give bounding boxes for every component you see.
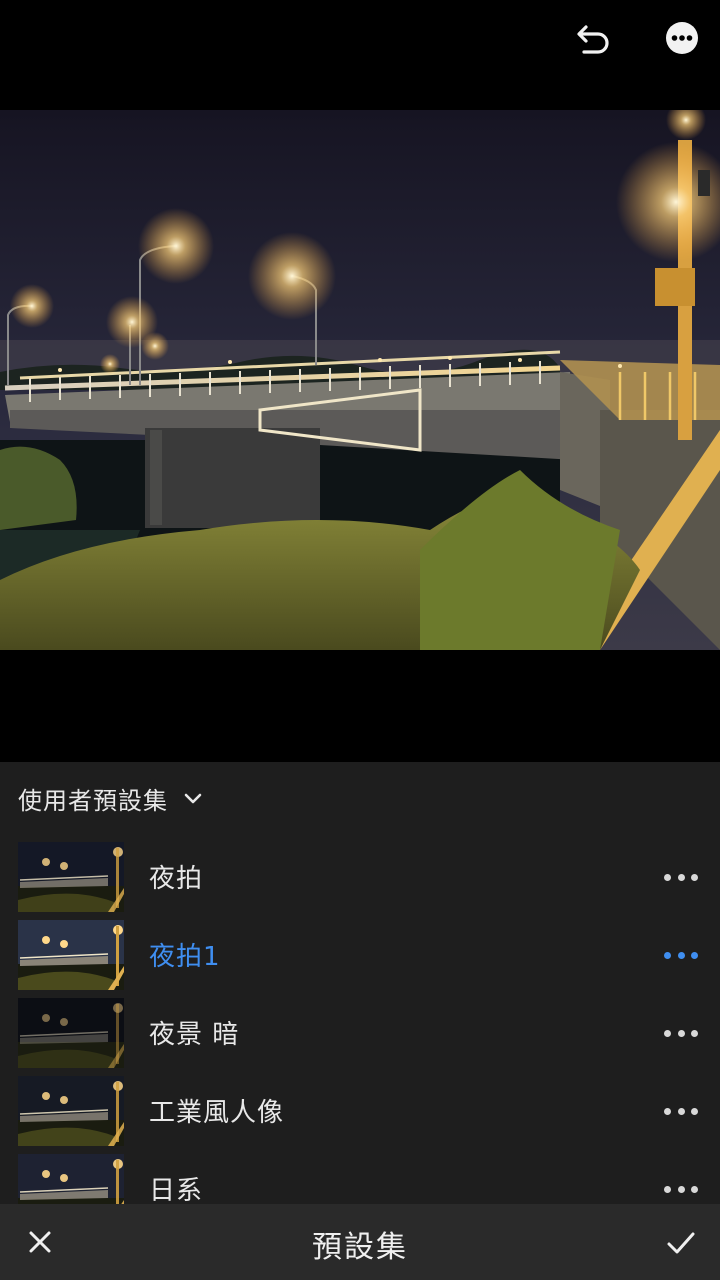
preset-group-selector[interactable]: 使用者預設集	[18, 780, 204, 816]
preset-thumbnail	[18, 920, 124, 990]
photo-preview	[0, 110, 720, 650]
preset-label: 夜景 暗	[149, 1020, 240, 1050]
preset-more-button[interactable]	[660, 940, 702, 970]
more-dot-icon	[691, 1107, 698, 1115]
more-dot-icon	[664, 873, 671, 881]
more-dot-icon	[677, 1029, 685, 1037]
more-dot-icon	[677, 951, 685, 959]
preset-thumbnail	[18, 1076, 124, 1146]
preset-label: 夜拍1	[149, 942, 221, 972]
top-toolbar	[0, 0, 720, 110]
checkmark-icon	[667, 1232, 695, 1254]
preset-label: 工業風人像	[149, 1098, 285, 1128]
night-bridge-photo	[0, 110, 720, 650]
preset-more-button[interactable]	[660, 1174, 702, 1204]
more-options-button[interactable]	[664, 20, 700, 56]
preset-item[interactable]: 日系	[0, 1152, 720, 1204]
preset-more-button[interactable]	[660, 862, 702, 892]
preset-item[interactable]: 夜拍	[0, 840, 720, 912]
photo-letterbox	[0, 650, 720, 762]
more-dot-icon	[691, 873, 698, 881]
more-dot-icon	[664, 1185, 671, 1193]
preset-label: 日系	[149, 1176, 204, 1204]
bottom-toolbar: 預設集	[0, 1204, 720, 1280]
bottom-title: 預設集	[312, 1230, 408, 1265]
more-dot-icon	[691, 1185, 698, 1193]
preset-label: 夜拍	[149, 864, 204, 894]
undo-icon	[577, 25, 609, 54]
preset-item[interactable]: 夜拍1	[0, 918, 720, 990]
more-options-icon	[666, 22, 698, 54]
preset-thumbnail	[18, 1154, 124, 1204]
more-dot-icon	[664, 951, 671, 959]
more-dot-icon	[677, 1185, 685, 1193]
preset-more-button[interactable]	[660, 1096, 702, 1126]
presets-panel: 使用者預設集 夜拍夜拍1 夜景 暗工業風人像日系	[0, 762, 720, 1204]
preset-group-title: 使用者預設集	[18, 786, 168, 815]
more-dot-icon	[664, 1107, 671, 1115]
more-dot-icon	[677, 1107, 685, 1115]
more-dot-icon	[677, 873, 685, 881]
chevron-down-icon	[184, 793, 202, 804]
more-dot-icon	[691, 951, 698, 959]
more-dot-icon	[691, 1029, 698, 1037]
preset-item[interactable]: 工業風人像	[0, 1074, 720, 1146]
preset-item[interactable]: 夜景 暗	[0, 996, 720, 1068]
confirm-button[interactable]	[664, 1226, 698, 1260]
preset-thumbnail	[18, 842, 124, 912]
undo-button[interactable]	[570, 20, 614, 60]
more-dot-icon	[664, 1029, 671, 1037]
preset-thumbnail	[18, 998, 124, 1068]
preset-more-button[interactable]	[660, 1018, 702, 1048]
